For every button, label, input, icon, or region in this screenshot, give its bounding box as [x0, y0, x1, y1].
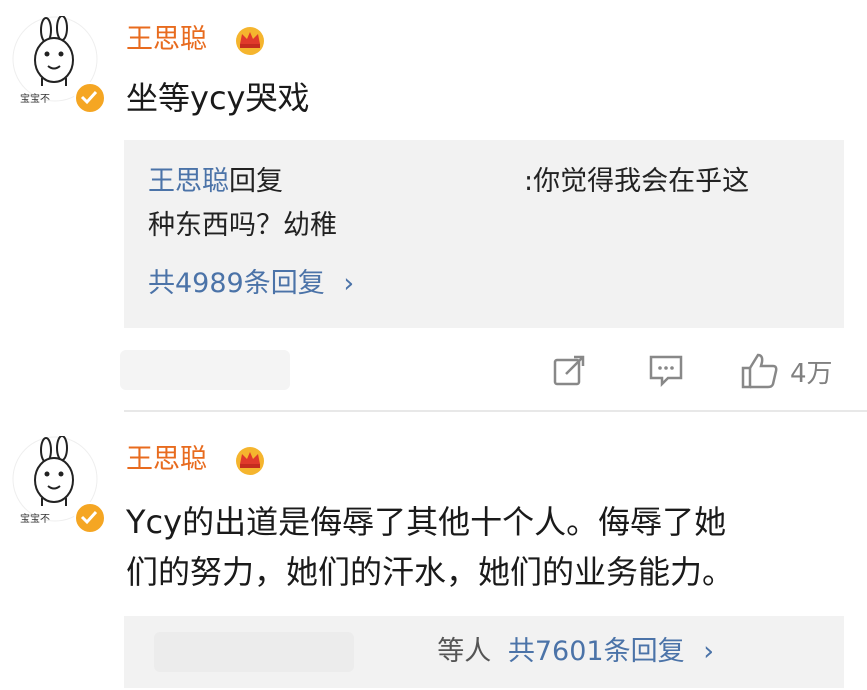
avatar-label: 宝宝不: [20, 514, 50, 525]
avatar-label: 宝宝不: [20, 94, 50, 105]
reply-count-link[interactable]: 共4989条回复 ›: [148, 264, 354, 304]
comment-item: 宝宝不 王思聪 坐等ycy哭戏 王思聪回复 :你觉得我会在乎这 种东西吗？幼稚 …: [0, 0, 867, 420]
reply-author[interactable]: 王思聪: [148, 166, 229, 197]
like-icon[interactable]: [740, 352, 780, 390]
reply-count: 共4989条回复: [148, 268, 325, 299]
avatar[interactable]: 宝宝不: [12, 436, 106, 534]
comment-text: 坐等ycy哭戏: [126, 79, 310, 117]
chevron-right-icon: ›: [343, 268, 355, 299]
divider: [124, 410, 867, 412]
reply-preview[interactable]: 王思聪回复 :你觉得我会在乎这 种东西吗？幼稚 共4989条回复 ›: [124, 140, 844, 328]
chevron-right-icon: ›: [703, 636, 714, 667]
reply-summary-text[interactable]: 等人 共7601条回复 ›: [437, 632, 714, 672]
crown-icon: [236, 447, 264, 475]
redacted-area: [154, 632, 354, 672]
crown-icon: [236, 27, 264, 55]
reply-content: :你觉得我会在乎这: [524, 166, 750, 197]
summary-prefix: 等人: [437, 636, 492, 667]
verified-badge-icon: [74, 502, 106, 534]
avatar[interactable]: 宝宝不: [12, 16, 106, 114]
reply-action: 回复: [229, 166, 283, 197]
reply-line: 王思聪回复: [148, 162, 283, 202]
comment-text-cont: 们的努力，她们的汗水，她们的业务能力。: [126, 553, 735, 591]
reply-summary[interactable]: 等人 共7601条回复 ›: [124, 616, 844, 688]
username[interactable]: 王思聪: [126, 22, 207, 58]
redacted-area: [120, 350, 290, 390]
verified-badge-icon: [74, 82, 106, 114]
share-icon[interactable]: [552, 354, 586, 388]
comment-text: Ycy的出道是侮辱了其他十个人。侮辱了她: [126, 503, 727, 541]
username[interactable]: 王思聪: [126, 442, 207, 478]
reply-content-cont: 种东西吗？幼稚: [148, 210, 337, 241]
reply-count: 共7601条回复: [507, 636, 685, 667]
like-count: 4万: [790, 359, 833, 389]
comment-item: 宝宝不 王思聪 Ycy的出道是侮辱了其他十个人。侮辱了她 们的努力，她们的汗水，…: [0, 420, 867, 690]
comment-icon[interactable]: [648, 354, 684, 388]
